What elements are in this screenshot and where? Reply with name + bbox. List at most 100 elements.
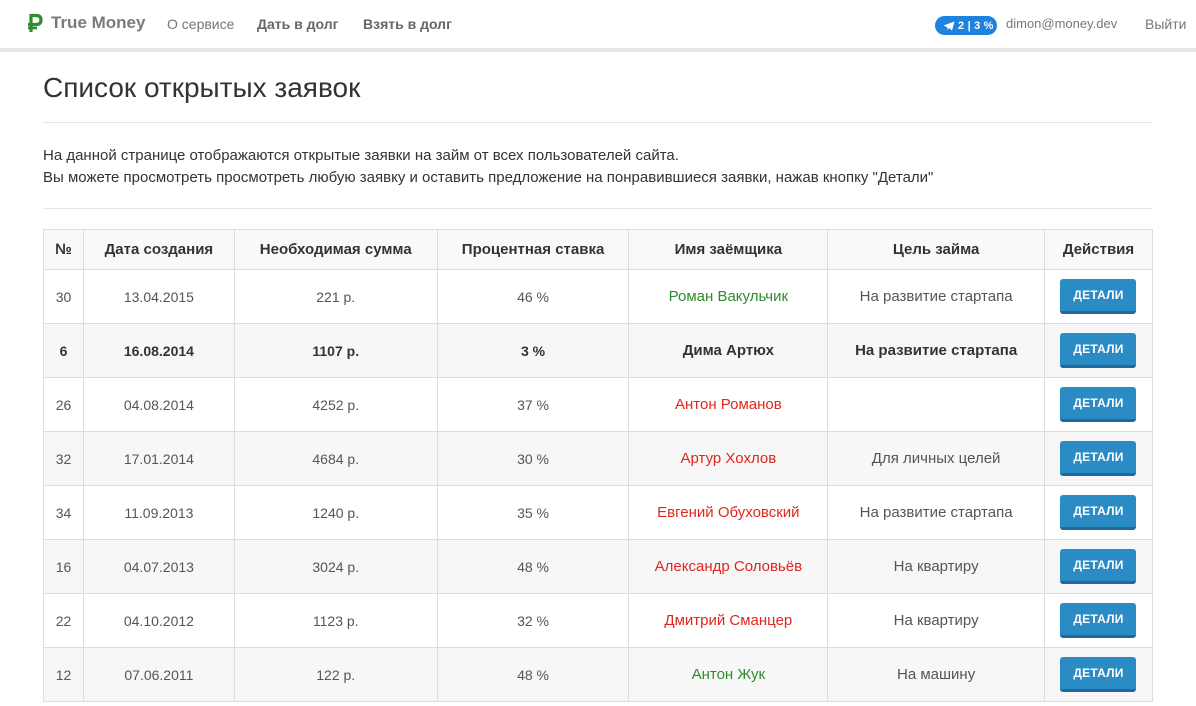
cell-date: 04.07.2013 [82,539,235,594]
cell-actions: ДЕТАЛИ [1043,539,1154,594]
nav-lend-link[interactable]: Дать в долг [257,16,338,32]
cell-date: 16.08.2014 [82,323,235,378]
cell-actions: ДЕТАЛИ [1043,431,1154,486]
ruble-logo-icon [28,13,43,32]
divider [43,122,1153,123]
cell-rate: 46 % [436,269,630,324]
header-amount[interactable]: Необходимая сумма [233,229,438,270]
paper-plane-icon [943,21,955,30]
cell-amount: 4684 р. [233,431,438,486]
cell-purpose: Для личных целей [827,431,1045,486]
cell-borrower: Антон Жук [628,647,829,702]
header-number[interactable]: № [43,229,84,270]
details-button[interactable]: ДЕТАЛИ [1060,441,1137,476]
cell-purpose: На развитие стартапа [827,323,1045,378]
cell-number: 22 [43,593,84,648]
intro-line-1: На данной странице отображаются открытые… [43,147,679,164]
cell-purpose: На квартиру [827,539,1045,594]
intro-text: На данной странице отображаются открытые… [43,145,1153,189]
cell-amount: 4252 р. [233,377,438,432]
cell-amount: 122 р. [233,647,438,702]
details-button[interactable]: ДЕТАЛИ [1060,657,1137,692]
header-rate[interactable]: Процентная ставка [436,229,630,270]
cell-actions: ДЕТАЛИ [1043,593,1154,648]
cell-rate: 37 % [436,377,630,432]
cell-date: 13.04.2015 [82,269,235,324]
cell-actions: ДЕТАЛИ [1043,485,1154,540]
header-actions: Действия [1043,229,1154,270]
cell-actions: ДЕТАЛИ [1043,377,1154,432]
table-row: 30 13.04.2015 221 р. 46 % Роман Вакульчи… [43,269,1154,324]
page-title: Список открытых заявок [43,72,361,103]
badge-text: 2 | 3 % [958,19,994,32]
logout-link[interactable]: Выйти [1145,16,1186,32]
cell-purpose: На развитие стартапа [827,485,1045,540]
cell-rate: 32 % [436,593,630,648]
cell-borrower: Артур Хохлов [628,431,829,486]
user-email[interactable]: dimon@money.dev [1006,16,1117,31]
intro-line-2: Вы можете просмотреть просмотреть любую … [43,169,934,186]
details-button[interactable]: ДЕТАЛИ [1060,333,1137,368]
cell-amount: 1107 р. [233,323,438,378]
top-navbar: True Money О сервисе Дать в долг Взять в… [0,0,1196,52]
cell-rate: 3 % [436,323,630,378]
telegram-badge[interactable]: 2 | 3 % [935,16,997,35]
cell-borrower: Александр Соловьёв [628,539,829,594]
cell-number: 34 [43,485,84,540]
cell-date: 11.09.2013 [82,485,235,540]
table-row: 6 16.08.2014 1107 р. 3 % Дима Артюх На р… [43,323,1154,378]
table-row: 34 11.09.2013 1240 р. 35 % Евгений Обухо… [43,485,1154,540]
cell-purpose: На развитие стартапа [827,269,1045,324]
cell-rate: 30 % [436,431,630,486]
cell-amount: 1240 р. [233,485,438,540]
header-purpose[interactable]: Цель займа [827,229,1045,270]
nav-borrow-link[interactable]: Взять в долг [363,16,452,32]
details-button[interactable]: ДЕТАЛИ [1060,603,1137,638]
table-row: 12 07.06.2011 122 р. 48 % Антон Жук На м… [43,647,1154,702]
cell-amount: 1123 р. [233,593,438,648]
cell-purpose: На квартиру [827,593,1045,648]
header-date[interactable]: Дата создания [82,229,235,270]
nav-about-link[interactable]: О сервисе [167,16,234,32]
cell-borrower: Дима Артюх [628,323,829,378]
cell-number: 30 [43,269,84,324]
table-header-row: № Дата создания Необходимая сумма Процен… [43,229,1154,270]
cell-number: 26 [43,377,84,432]
cell-number: 32 [43,431,84,486]
cell-date: 04.08.2014 [82,377,235,432]
cell-purpose: На машину [827,647,1045,702]
cell-borrower: Дмитрий Сманцер [628,593,829,648]
table-row: 22 04.10.2012 1123 р. 32 % Дмитрий Сманц… [43,593,1154,648]
details-button[interactable]: ДЕТАЛИ [1060,387,1137,422]
cell-borrower: Антон Романов [628,377,829,432]
cell-rate: 48 % [436,539,630,594]
cell-amount: 221 р. [233,269,438,324]
table-row: 26 04.08.2014 4252 р. 37 % Антон Романов… [43,377,1154,432]
cell-amount: 3024 р. [233,539,438,594]
divider [43,208,1153,209]
requests-table: № Дата создания Необходимая сумма Процен… [43,229,1154,702]
cell-number: 16 [43,539,84,594]
cell-date: 04.10.2012 [82,593,235,648]
cell-actions: ДЕТАЛИ [1043,323,1154,378]
brand-name: True Money [51,13,146,32]
cell-borrower: Роман Вакульчик [628,269,829,324]
details-button[interactable]: ДЕТАЛИ [1060,279,1137,314]
cell-number: 6 [43,323,84,378]
header-borrower[interactable]: Имя заёмщика [628,229,829,270]
main-content: Список открытых заявок На данной страниц… [43,56,1154,702]
details-button[interactable]: ДЕТАЛИ [1060,495,1137,530]
details-button[interactable]: ДЕТАЛИ [1060,549,1137,584]
cell-borrower: Евгений Обуховский [628,485,829,540]
cell-actions: ДЕТАЛИ [1043,269,1154,324]
table-row: 32 17.01.2014 4684 р. 30 % Артур Хохлов … [43,431,1154,486]
brand[interactable]: True Money [26,12,145,34]
cell-actions: ДЕТАЛИ [1043,647,1154,702]
cell-rate: 35 % [436,485,630,540]
cell-rate: 48 % [436,647,630,702]
table-row: 16 04.07.2013 3024 р. 48 % Александр Сол… [43,539,1154,594]
cell-date: 07.06.2011 [82,647,235,702]
cell-date: 17.01.2014 [82,431,235,486]
cell-purpose [827,377,1045,432]
cell-number: 12 [43,647,84,702]
